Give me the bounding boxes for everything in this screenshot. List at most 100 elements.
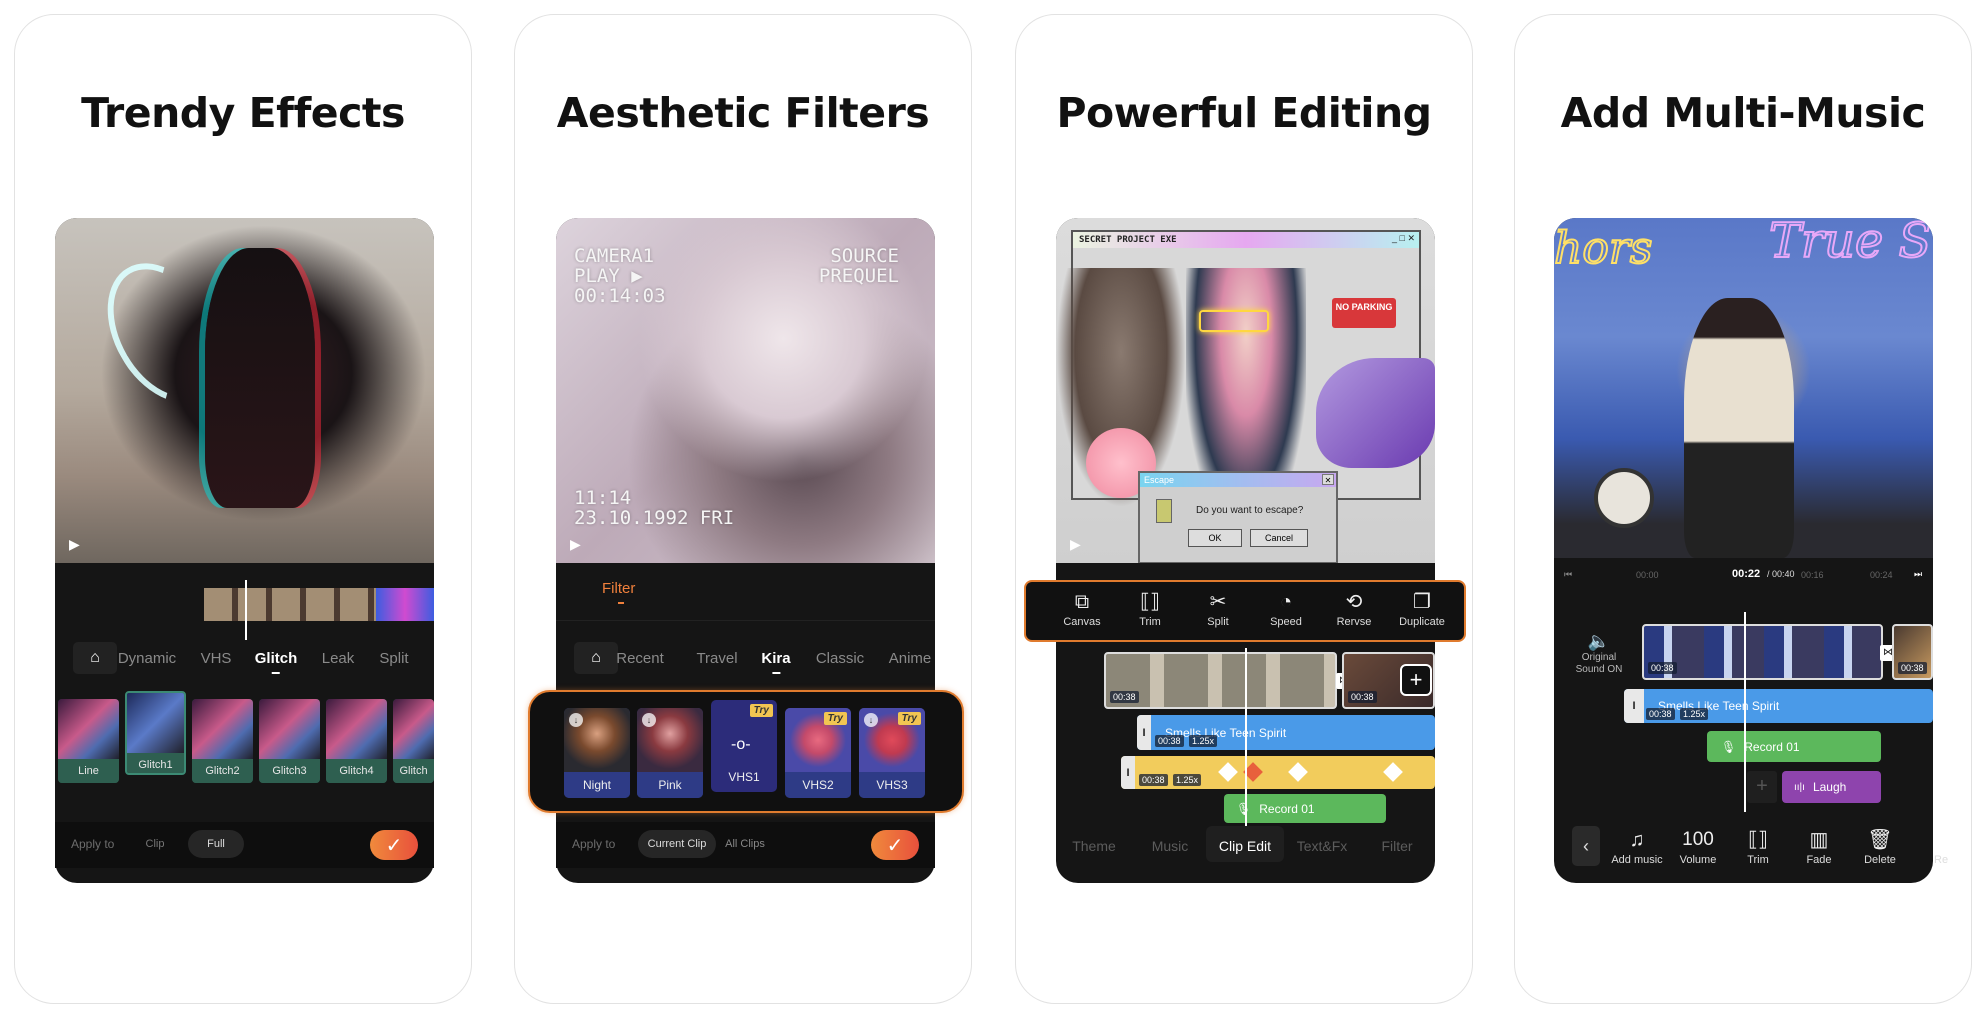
filter-label: Pink bbox=[637, 772, 703, 798]
tool-add-music[interactable]: ♫ Add music bbox=[1607, 826, 1667, 866]
tool-volume[interactable]: 100 Volume bbox=[1668, 826, 1728, 866]
filter-item-pink[interactable]: ↓ Pink bbox=[637, 708, 703, 798]
tool-split[interactable]: ✂ Split bbox=[1188, 588, 1248, 628]
tool-canvas[interactable]: ⧉ Canvas bbox=[1052, 588, 1112, 628]
card-title: Aesthetic Filters bbox=[556, 89, 930, 137]
effect-item-glitch4[interactable]: Glitch4 bbox=[326, 699, 387, 783]
tool-label: Rervse bbox=[1336, 616, 1372, 628]
tab-recent[interactable]: Recent bbox=[616, 650, 664, 667]
add-track-button[interactable]: + bbox=[1747, 771, 1777, 803]
video-clip[interactable]: 00:38 bbox=[1642, 624, 1883, 680]
confirm-button[interactable]: ✓ bbox=[871, 830, 919, 860]
filter-section-label[interactable]: Filter bbox=[602, 580, 635, 597]
trim-icon: ⟦⟧ bbox=[1748, 829, 1768, 851]
tool-trim[interactable]: ⟦⟧ Trim bbox=[1728, 826, 1788, 866]
scissors-icon: ✂ bbox=[1209, 591, 1227, 613]
tab-kira[interactable]: Kira bbox=[761, 650, 791, 674]
tool-duplicate[interactable]: ❐ Duplicate bbox=[1392, 588, 1452, 628]
play-icon[interactable]: ▶ bbox=[69, 536, 80, 553]
tab-dynamic[interactable]: Dynamic bbox=[118, 650, 176, 667]
track-handle[interactable]: I bbox=[1121, 756, 1135, 789]
tool-label: Trim bbox=[1747, 854, 1769, 866]
add-clip-button[interactable]: + bbox=[1400, 664, 1432, 696]
store-icon[interactable]: ⌂ bbox=[73, 642, 117, 674]
tab-anime[interactable]: Anime bbox=[889, 650, 932, 667]
back-button[interactable]: ‹ bbox=[1572, 826, 1600, 866]
confirm-button[interactable]: ✓ bbox=[370, 830, 418, 860]
tool-speed[interactable]: ◔ Speed bbox=[1256, 588, 1316, 628]
tab-split[interactable]: Split bbox=[379, 650, 408, 667]
sfx-track[interactable]: ıı|ı Laugh bbox=[1782, 771, 1881, 803]
filter-label: Night bbox=[564, 772, 630, 798]
tab-glitch[interactable]: Glitch bbox=[255, 650, 297, 674]
track-handle[interactable]: I bbox=[1137, 715, 1151, 750]
effect-item-glitch1[interactable]: Glitch1 bbox=[125, 691, 186, 775]
music-track[interactable]: I Smells Like Teen Spirit 00:38 1.25x bbox=[1137, 715, 1435, 750]
tool-trim[interactable]: ⟦⟧ Trim bbox=[1120, 588, 1180, 628]
original-sound-label: Original Sound ON bbox=[1575, 652, 1623, 675]
keyframe-icon[interactable] bbox=[1383, 762, 1403, 782]
keyframe-icon[interactable] bbox=[1218, 762, 1238, 782]
tab-theme[interactable]: Theme bbox=[1072, 838, 1116, 854]
effect-item-line[interactable]: Line bbox=[58, 699, 119, 783]
apply-clip-option[interactable]: Clip bbox=[135, 830, 175, 858]
tab-vhs[interactable]: VHS bbox=[201, 650, 232, 667]
speedometer-icon: ◔ bbox=[1279, 591, 1293, 613]
tool-partial[interactable]: Re bbox=[1934, 854, 1954, 866]
track-handle[interactable]: I bbox=[1624, 689, 1644, 723]
tab-filter[interactable]: Filter bbox=[1381, 838, 1412, 854]
track-speed: 1.25x bbox=[1680, 708, 1709, 720]
music-track[interactable]: I Smells Like Teen Spirit 00:38 1.25x bbox=[1624, 689, 1933, 723]
playhead[interactable] bbox=[245, 580, 247, 640]
tool-label: Canvas bbox=[1063, 616, 1101, 628]
filter-item-vhs1[interactable]: -o- Try VHS1 bbox=[711, 700, 777, 792]
apply-full-option[interactable]: Full bbox=[188, 830, 244, 858]
total-time: / 00:40 bbox=[1767, 569, 1795, 579]
tool-fade[interactable]: ▥ Fade bbox=[1789, 826, 1849, 866]
tab-leak[interactable]: Leak bbox=[322, 650, 355, 667]
record-track[interactable]: 🎙 Record 01 bbox=[1707, 731, 1881, 762]
play-icon[interactable]: ▶ bbox=[1070, 536, 1081, 553]
video-clip[interactable]: 00:38 bbox=[1892, 624, 1933, 680]
skip-end-icon[interactable]: ⏭ bbox=[1914, 569, 1922, 580]
volume-value: 100 bbox=[1682, 829, 1714, 850]
timeline-strip[interactable] bbox=[204, 588, 434, 621]
record-track[interactable]: 🎙 Record 01 bbox=[1224, 794, 1386, 823]
tab-clip-edit[interactable]: Clip Edit bbox=[1219, 838, 1271, 854]
effect-item-glitch2[interactable]: Glitch2 bbox=[192, 699, 253, 783]
original-sound-toggle[interactable]: 🔈 Original Sound ON bbox=[1566, 630, 1632, 676]
dialog-close-icon[interactable]: ✕ bbox=[1322, 474, 1334, 485]
card-title: Powerful Editing bbox=[1056, 89, 1432, 137]
sticker-track[interactable]: I 00:38 1.25x bbox=[1121, 756, 1435, 789]
clip-duration: 00:38 bbox=[1898, 662, 1927, 674]
clip-duration: 00:38 bbox=[1110, 691, 1139, 703]
filter-item-vhs3[interactable]: ↓ Try VHS3 bbox=[859, 708, 925, 798]
video-clip[interactable]: 00:38 bbox=[1104, 652, 1337, 709]
filter-item-night[interactable]: ↓ Night bbox=[564, 708, 630, 798]
tab-text-fx[interactable]: Text&Fx bbox=[1297, 838, 1348, 854]
tool-reverse[interactable]: ⟲ Rervse bbox=[1324, 588, 1384, 628]
playhead[interactable] bbox=[1744, 612, 1746, 812]
tab-travel[interactable]: Travel bbox=[696, 650, 737, 667]
time-ruler[interactable]: ⏮ 00:00 00:22 / 00:40 00:16 00:24 ⏭ bbox=[1554, 563, 1933, 587]
apply-current-clip-option[interactable]: Current Clip bbox=[638, 830, 716, 858]
play-icon[interactable]: ▶ bbox=[570, 536, 581, 553]
playhead[interactable] bbox=[1245, 648, 1247, 828]
tab-music[interactable]: Music bbox=[1152, 838, 1189, 854]
effect-label: Glitch2 bbox=[192, 759, 253, 783]
effect-item-glitch3[interactable]: Glitch3 bbox=[259, 699, 320, 783]
tab-classic[interactable]: Classic bbox=[816, 650, 864, 667]
tool-label: Volume bbox=[1679, 854, 1717, 866]
dialog-ok-button[interactable]: OK bbox=[1188, 529, 1242, 547]
try-badge: Try bbox=[897, 712, 921, 725]
store-icon[interactable]: ⌂ bbox=[574, 642, 618, 674]
dialog-cancel-button[interactable]: Cancel bbox=[1250, 529, 1308, 547]
tool-delete[interactable]: 🗑 Delete bbox=[1850, 826, 1910, 866]
apply-all-clips-option[interactable]: All Clips bbox=[720, 830, 770, 858]
skip-start-icon[interactable]: ⏮ bbox=[1564, 569, 1572, 580]
filter-item-vhs2[interactable]: Try VHS2 bbox=[785, 708, 851, 798]
effect-item-glitch5[interactable]: Glitch bbox=[393, 699, 434, 783]
microphone-icon: 🎙 bbox=[1236, 801, 1252, 816]
overlay-top-left: CAMERA1 PLAY ▶ 00:14:03 bbox=[574, 246, 666, 306]
keyframe-icon[interactable] bbox=[1288, 762, 1308, 782]
